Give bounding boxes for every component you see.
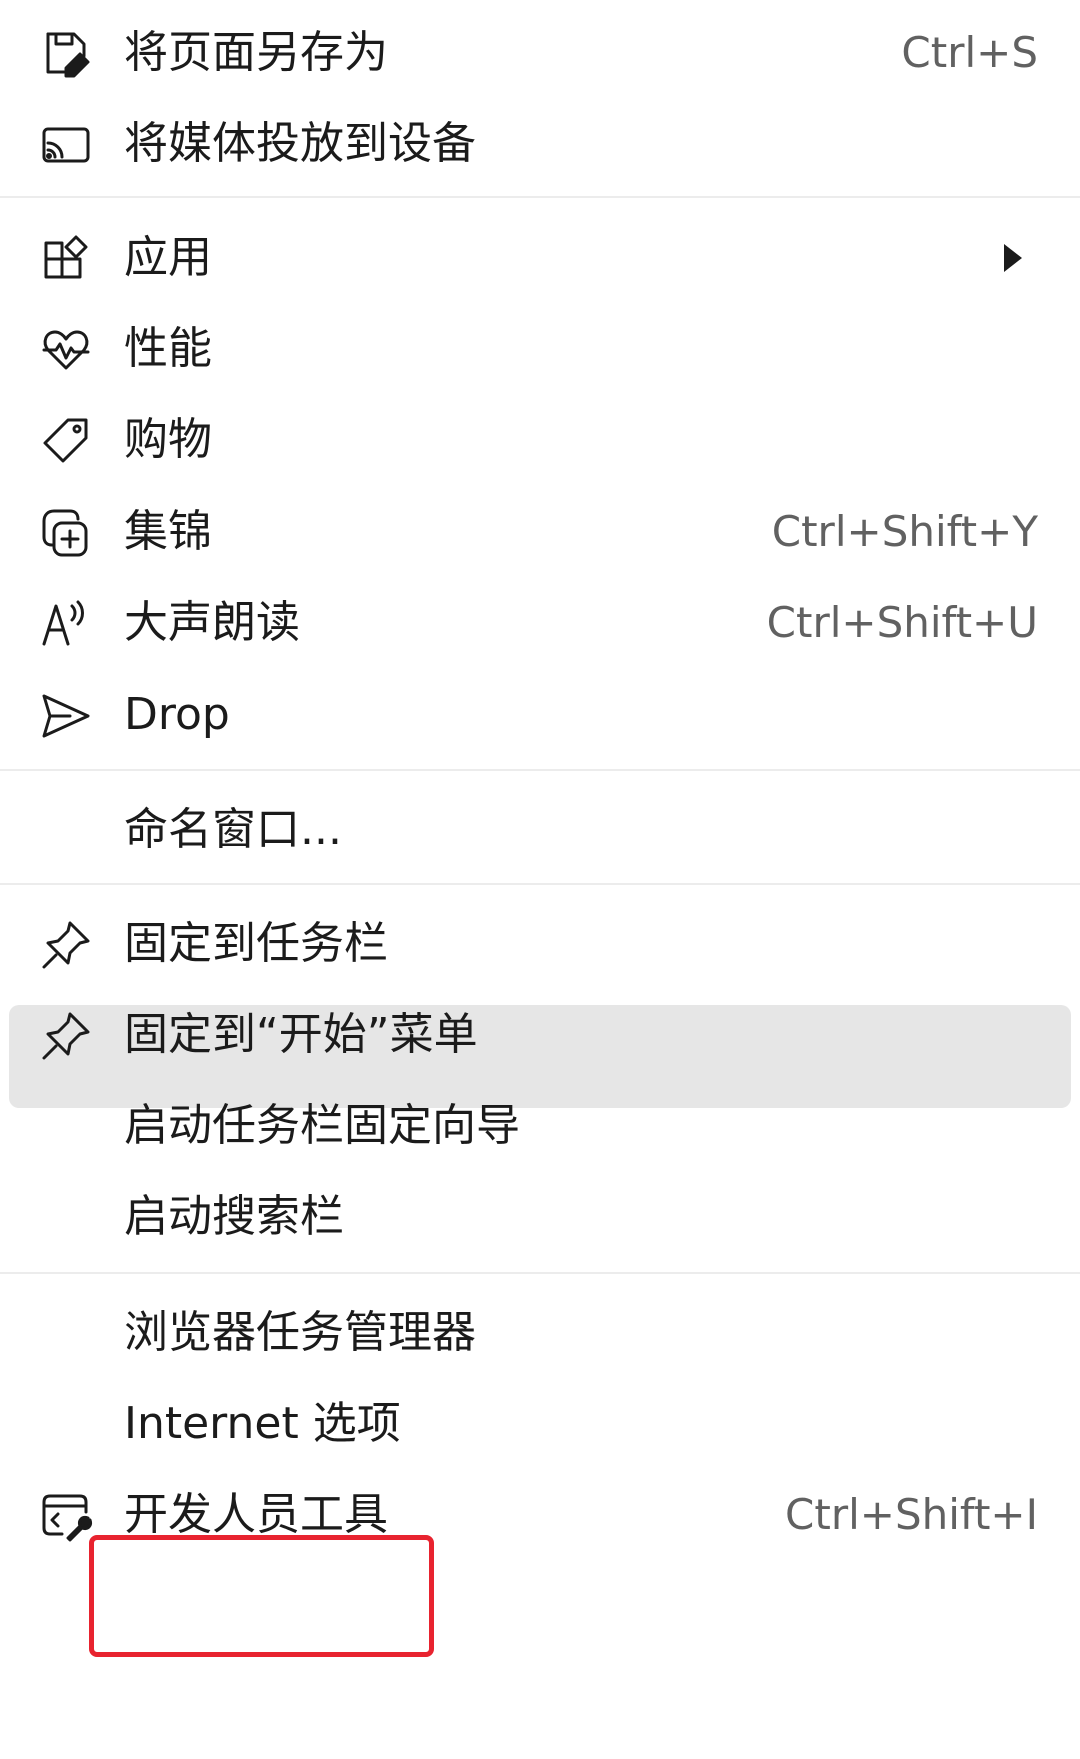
menu-item-label: 购物 xyxy=(124,414,212,465)
menu-item-label: 将媒体投放到设备 xyxy=(124,118,476,169)
cast-icon xyxy=(38,119,94,171)
menu-item-label: 启动搜索栏 xyxy=(124,1191,344,1242)
menu-item-pin-taskbar[interactable]: 固定到任务栏 xyxy=(0,897,1080,991)
menu-item-label: 固定到任务栏 xyxy=(124,918,388,969)
submenu-arrow-icon xyxy=(1004,244,1022,272)
menu-item-label: 性能 xyxy=(124,323,212,374)
menu-item-shopping[interactable]: 购物 xyxy=(0,393,1080,487)
shortcut-label: Ctrl+Shift+I xyxy=(785,1490,1038,1539)
menu-item-label: 命名窗口... xyxy=(124,804,342,855)
context-menu: 将页面另存为 Ctrl+S 将媒体投放到设备 应用 性能 购物 集锦 Ctrl+… xyxy=(0,0,1080,1759)
menu-item-label: Drop xyxy=(124,689,230,740)
menu-item-label: 启动任务栏固定向导 xyxy=(124,1100,520,1151)
menu-item-cast-media[interactable]: 将媒体投放到设备 xyxy=(0,97,1080,191)
shortcut-label: Ctrl+S xyxy=(901,28,1038,77)
menu-item-read-aloud[interactable]: 大声朗读 Ctrl+Shift+U xyxy=(0,576,1080,670)
menu-item-label: 应用 xyxy=(124,232,212,283)
menu-separator xyxy=(0,769,1080,771)
dev-tools-icon xyxy=(38,1490,94,1542)
menu-item-search-bar[interactable]: 启动搜索栏 xyxy=(0,1170,1080,1264)
menu-item-drop[interactable]: Drop xyxy=(0,668,1080,762)
menu-item-task-manager[interactable]: 浏览器任务管理器 xyxy=(0,1286,1080,1380)
save-page-icon xyxy=(38,28,94,80)
pin-icon xyxy=(38,919,94,971)
menu-separator xyxy=(0,883,1080,885)
menu-item-performance[interactable]: 性能 xyxy=(0,302,1080,396)
tag-icon xyxy=(38,415,94,467)
red-highlight-box xyxy=(89,1535,434,1657)
menu-item-label: 浏览器任务管理器 xyxy=(124,1307,476,1358)
menu-item-name-window[interactable]: 命名窗口... xyxy=(0,783,1080,877)
menu-separator xyxy=(0,1272,1080,1274)
menu-item-label: 将页面另存为 xyxy=(124,27,388,78)
menu-item-label: 大声朗读 xyxy=(124,597,300,648)
collections-icon xyxy=(38,507,94,559)
menu-item-label: 固定到“开始”菜单 xyxy=(124,1009,478,1060)
menu-item-internet-options[interactable]: Internet 选项 xyxy=(0,1377,1080,1471)
apps-icon xyxy=(38,233,94,285)
pin-icon xyxy=(38,1010,94,1062)
menu-item-label: Internet 选项 xyxy=(124,1398,401,1449)
send-icon xyxy=(38,690,94,742)
menu-item-collections[interactable]: 集锦 Ctrl+Shift+Y xyxy=(0,485,1080,579)
menu-item-label: 集锦 xyxy=(124,506,212,557)
shortcut-label: Ctrl+Shift+U xyxy=(766,598,1038,647)
menu-separator xyxy=(0,196,1080,198)
shortcut-label: Ctrl+Shift+Y xyxy=(771,507,1038,556)
heart-pulse-icon xyxy=(38,324,94,376)
menu-item-apps[interactable]: 应用 xyxy=(0,211,1080,305)
read-aloud-icon xyxy=(38,598,94,650)
menu-item-pin-start[interactable]: 固定到“开始”菜单 xyxy=(0,988,1080,1082)
menu-item-pinning-wizard[interactable]: 启动任务栏固定向导 xyxy=(0,1079,1080,1173)
menu-item-save-page[interactable]: 将页面另存为 Ctrl+S xyxy=(0,6,1080,100)
